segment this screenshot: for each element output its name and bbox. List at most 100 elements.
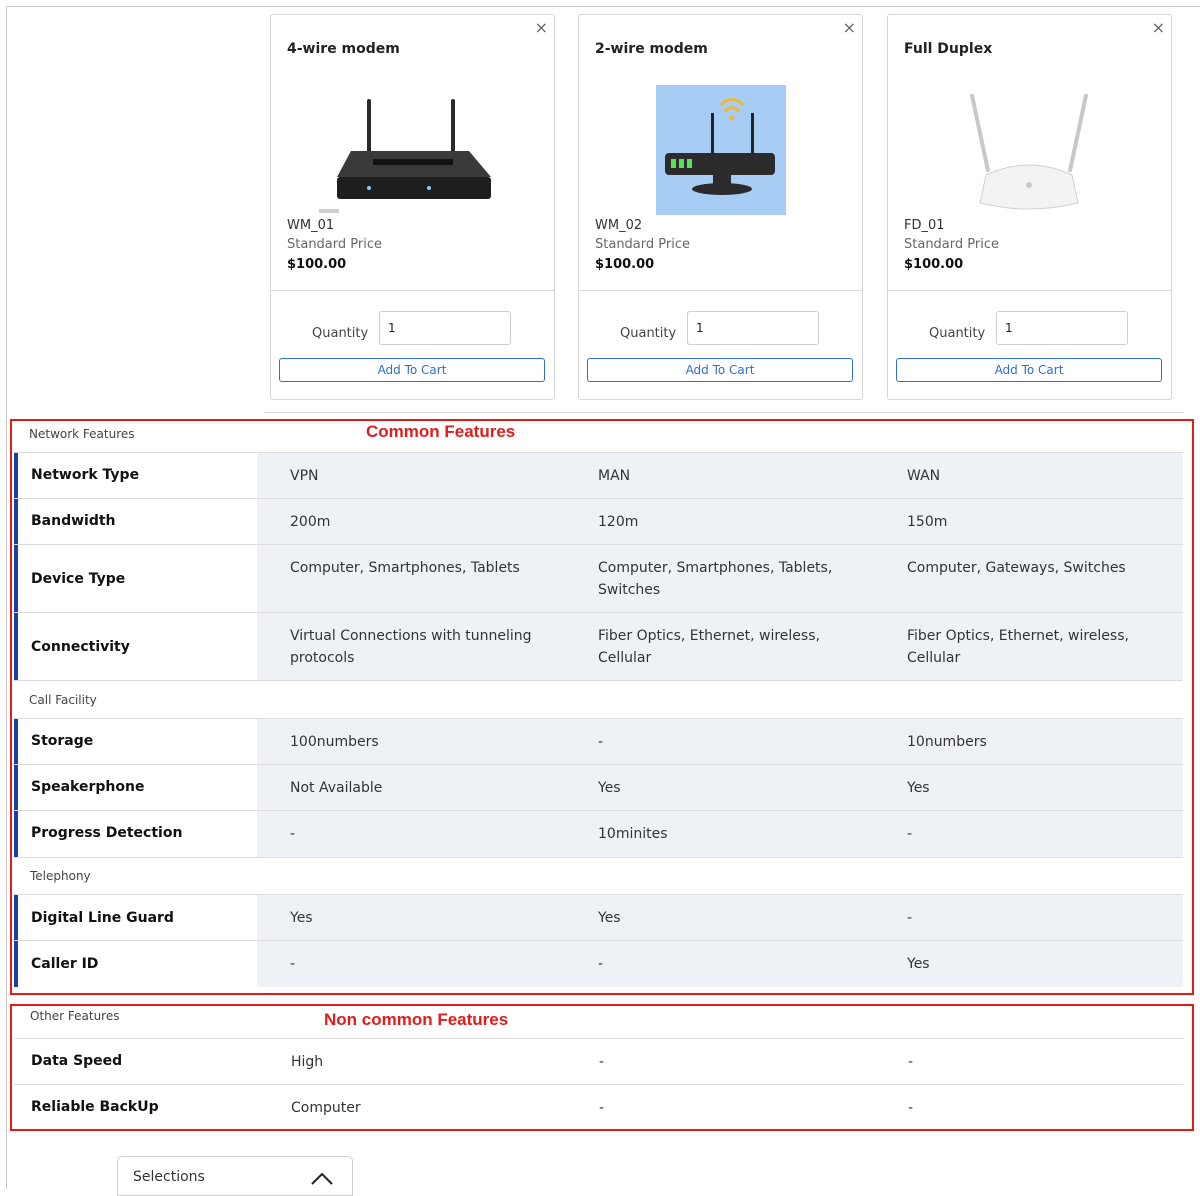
- feature-value: Yes: [598, 780, 621, 796]
- product-title: Full Duplex: [904, 41, 993, 57]
- feature-row-speakerphone: Speakerphone Not Available Yes Yes: [14, 764, 1183, 810]
- feature-row-device-type: Device Type Computer, Smartphones, Table…: [14, 544, 1183, 612]
- product-price: $100.00: [595, 257, 655, 272]
- price-label: Standard Price: [287, 237, 382, 252]
- feature-value: -: [598, 734, 604, 750]
- feature-name: Device Type: [31, 571, 126, 587]
- section-label-other-features: Other Features: [30, 1009, 120, 1023]
- section-label-call-facility: Call Facility: [29, 693, 97, 707]
- feature-value: Yes: [907, 780, 930, 796]
- card-divider: [888, 290, 1171, 291]
- feature-values: 100numbers - 10numbers: [257, 719, 1183, 764]
- feature-value: Yes: [907, 956, 930, 972]
- remove-product-button[interactable]: ×: [535, 17, 548, 39]
- feature-values: Computer - -: [257, 1085, 1183, 1128]
- feature-value: 120m: [598, 514, 639, 530]
- feature-row-network-type: Network Type VPN MAN WAN: [14, 452, 1183, 498]
- selections-label: Selections: [133, 1169, 205, 1185]
- feature-value: -: [599, 1100, 605, 1116]
- feature-value: Computer: [291, 1100, 361, 1116]
- feature-value: -: [908, 1054, 914, 1070]
- section-label-telephony: Telephony: [30, 869, 91, 883]
- common-features-annotation: Common Features: [366, 422, 516, 441]
- feature-value: -: [599, 1054, 605, 1070]
- feature-value: High: [291, 1054, 324, 1070]
- remove-product-button[interactable]: ×: [843, 17, 856, 39]
- feature-value: Not Available: [290, 780, 383, 796]
- feature-value: Virtual Connections with tunneling proto…: [290, 628, 532, 666]
- cards-divider: [264, 412, 1184, 413]
- feature-row-data-speed: Data Speed High - -: [14, 1038, 1183, 1084]
- page-frame-left: [6, 6, 7, 1189]
- section-row-call-facility: Call Facility: [14, 680, 1183, 718]
- feature-value: Computer, Smartphones, Tablets: [290, 560, 520, 576]
- feature-value: -: [290, 826, 296, 842]
- feature-values: 200m 120m 150m: [257, 499, 1183, 544]
- feature-value: Yes: [290, 910, 313, 926]
- feature-value: 10numbers: [907, 734, 987, 750]
- feature-value: Computer, Gateways, Switches: [907, 560, 1126, 576]
- product-card: × 2-wire modem WM_02 Standard Price $100…: [578, 14, 863, 400]
- quantity-input[interactable]: [687, 311, 819, 345]
- card-divider: [271, 290, 554, 291]
- feature-row-caller-id: Caller ID - - Yes: [14, 940, 1183, 987]
- price-label: Standard Price: [595, 237, 690, 252]
- feature-name: Progress Detection: [31, 825, 183, 841]
- feature-values: VPN MAN WAN: [257, 453, 1183, 498]
- add-to-cart-button[interactable]: Add To Cart: [587, 358, 853, 382]
- feature-values: - 10minites -: [257, 811, 1183, 857]
- quantity-label: Quantity: [929, 326, 986, 341]
- feature-value: Yes: [598, 910, 621, 926]
- feature-row-storage: Storage 100numbers - 10numbers: [14, 718, 1183, 764]
- product-card: × 4-wire modem WM_01 Standard Price $100…: [270, 14, 555, 400]
- add-to-cart-button[interactable]: Add To Cart: [279, 358, 545, 382]
- feature-values: Not Available Yes Yes: [257, 765, 1183, 810]
- product-title: 4-wire modem: [287, 41, 400, 57]
- product-price: $100.00: [287, 257, 347, 272]
- feature-row-connectivity: Connectivity Virtual Connections with tu…: [14, 612, 1183, 680]
- wifi-router-icon: [617, 85, 823, 217]
- feature-value: VPN: [290, 468, 319, 484]
- feature-value: WAN: [907, 468, 941, 484]
- product-sku: WM_01: [287, 218, 335, 233]
- feature-value: 200m: [290, 514, 331, 530]
- feature-values: Computer, Smartphones, Tablets Computer,…: [257, 545, 1183, 612]
- feature-value: Computer, Smartphones, Tablets, Switches: [598, 560, 833, 598]
- feature-row-digital-line-guard: Digital Line Guard Yes Yes -: [14, 894, 1183, 940]
- selections-toggle[interactable]: Selections: [117, 1156, 353, 1196]
- feature-values: Yes Yes -: [257, 895, 1183, 940]
- feature-name: Digital Line Guard: [31, 910, 174, 926]
- feature-value: 10minites: [598, 826, 668, 842]
- quantity-input[interactable]: [379, 311, 511, 345]
- feature-name: Data Speed: [31, 1053, 123, 1069]
- card-divider: [579, 290, 862, 291]
- feature-value: -: [598, 956, 604, 972]
- feature-value: Fiber Optics, Ethernet, wireless, Cellul…: [907, 628, 1129, 666]
- feature-value: 150m: [907, 514, 948, 530]
- feature-name: Reliable BackUp: [31, 1099, 159, 1115]
- router-white-icon: [926, 85, 1132, 217]
- feature-name: Bandwidth: [31, 513, 116, 529]
- product-title: 2-wire modem: [595, 41, 708, 57]
- feature-value: Fiber Optics, Ethernet, wireless, Cellul…: [598, 628, 820, 666]
- feature-value: -: [290, 956, 296, 972]
- product-sku: FD_01: [904, 218, 945, 233]
- non-common-features-annotation: Non common Features: [324, 1010, 509, 1029]
- quantity-input[interactable]: [996, 311, 1128, 345]
- product-sku: WM_02: [595, 218, 643, 233]
- feature-value: MAN: [598, 468, 631, 484]
- feature-row-progress-detection: Progress Detection - 10minites -: [14, 810, 1183, 857]
- quantity-label: Quantity: [312, 326, 369, 341]
- feature-values: - - Yes: [257, 941, 1183, 987]
- feature-name: Connectivity: [31, 639, 130, 655]
- add-to-cart-button[interactable]: Add To Cart: [896, 358, 1162, 382]
- feature-values: Virtual Connections with tunneling proto…: [257, 613, 1183, 680]
- section-row-telephony: Telephony: [14, 857, 1183, 894]
- price-label: Standard Price: [904, 237, 999, 252]
- remove-product-button[interactable]: ×: [1152, 17, 1165, 39]
- product-card: × Full Duplex FD_01 Standard Price $100.…: [887, 14, 1172, 400]
- router-black-icon: [309, 85, 515, 217]
- product-price: $100.00: [904, 257, 964, 272]
- feature-value: 100numbers: [290, 734, 379, 750]
- feature-name: Caller ID: [31, 956, 99, 972]
